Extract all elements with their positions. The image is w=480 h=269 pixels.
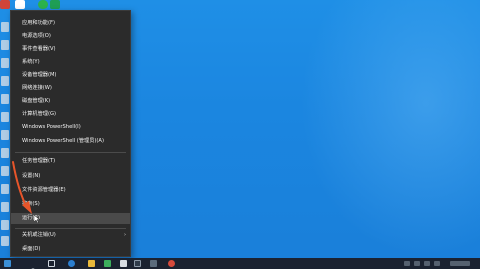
system-tray <box>404 260 474 267</box>
desktop-icon[interactable] <box>1 112 9 122</box>
menu-item-settings[interactable]: 设置(N) <box>11 171 130 182</box>
desktop-icon[interactable] <box>1 76 9 86</box>
menu-item-file-explorer[interactable]: 文件资源管理器(E) <box>11 185 130 196</box>
desktop-icon[interactable] <box>1 40 9 50</box>
app-icon[interactable] <box>0 0 10 9</box>
task-view-icon[interactable] <box>48 260 55 267</box>
menu-item-apps-features[interactable]: 应用和功能(F) <box>11 18 130 29</box>
app-icon[interactable] <box>15 0 25 9</box>
menu-separator <box>15 228 126 229</box>
menu-item-run[interactable]: 运行(R) <box>11 213 130 224</box>
menu-item-shutdown-label: 关机或注销(U) <box>22 232 56 238</box>
taskbar <box>0 258 480 269</box>
desktop-icon[interactable] <box>1 58 9 68</box>
app-icon[interactable] <box>88 260 95 267</box>
menu-item-power-options[interactable]: 电源选项(O) <box>11 31 130 42</box>
browser-icon[interactable] <box>168 260 175 267</box>
desktop-top-icons <box>0 0 60 10</box>
desktop-icon[interactable] <box>1 220 9 230</box>
menu-item-device-manager[interactable]: 设备管理器(M) <box>11 70 130 81</box>
menu-item-shutdown[interactable]: 关机或注销(U) › <box>11 230 130 241</box>
menu-item-powershell-admin[interactable]: Windows PowerShell (管理员)(A) <box>11 136 130 147</box>
desktop-icon[interactable] <box>1 202 9 212</box>
search-icon[interactable] <box>30 260 37 269</box>
windows-start-icon[interactable] <box>4 260 11 267</box>
menu-item-network[interactable]: 网络连接(W) <box>11 83 130 94</box>
wechat-icon[interactable] <box>38 0 48 9</box>
menu-item-system[interactable]: 系统(Y) <box>11 57 130 68</box>
chevron-right-icon: › <box>124 232 126 238</box>
desktop-icon[interactable] <box>1 184 9 194</box>
menu-item-desktop[interactable]: 桌面(D) <box>11 244 130 255</box>
menu-separator <box>15 152 126 153</box>
desktop-wallpaper-glow <box>300 0 480 258</box>
menu-item-disk-management[interactable]: 磁盘管理(K) <box>11 96 130 107</box>
menu-item-search[interactable]: 搜索(S) <box>11 199 130 210</box>
menu-item-event-viewer[interactable]: 事件查看器(V) <box>11 44 130 55</box>
edge-icon[interactable] <box>68 260 75 267</box>
app-icon[interactable] <box>120 260 127 267</box>
desktop-icon[interactable] <box>1 22 9 32</box>
winx-context-menu: 应用和功能(F) 电源选项(O) 事件查看器(V) 系统(Y) 设备管理器(M)… <box>10 10 131 257</box>
menu-item-powershell[interactable]: Windows PowerShell(I) <box>11 122 130 133</box>
desktop-icon[interactable] <box>1 236 9 246</box>
menu-item-task-manager[interactable]: 任务管理器(T) <box>11 156 130 167</box>
desktop-icon[interactable] <box>1 130 9 140</box>
app-icon[interactable] <box>150 260 157 267</box>
desktop-icon[interactable] <box>1 148 9 158</box>
desktop-icon[interactable] <box>1 166 9 176</box>
menu-item-computer-management[interactable]: 计算机管理(G) <box>11 109 130 120</box>
mouse-cursor-icon <box>33 214 41 225</box>
spreadsheet-icon[interactable] <box>50 0 60 9</box>
desktop-icon[interactable] <box>1 94 9 104</box>
app-icon[interactable] <box>134 260 141 267</box>
app-icon[interactable] <box>104 260 111 267</box>
